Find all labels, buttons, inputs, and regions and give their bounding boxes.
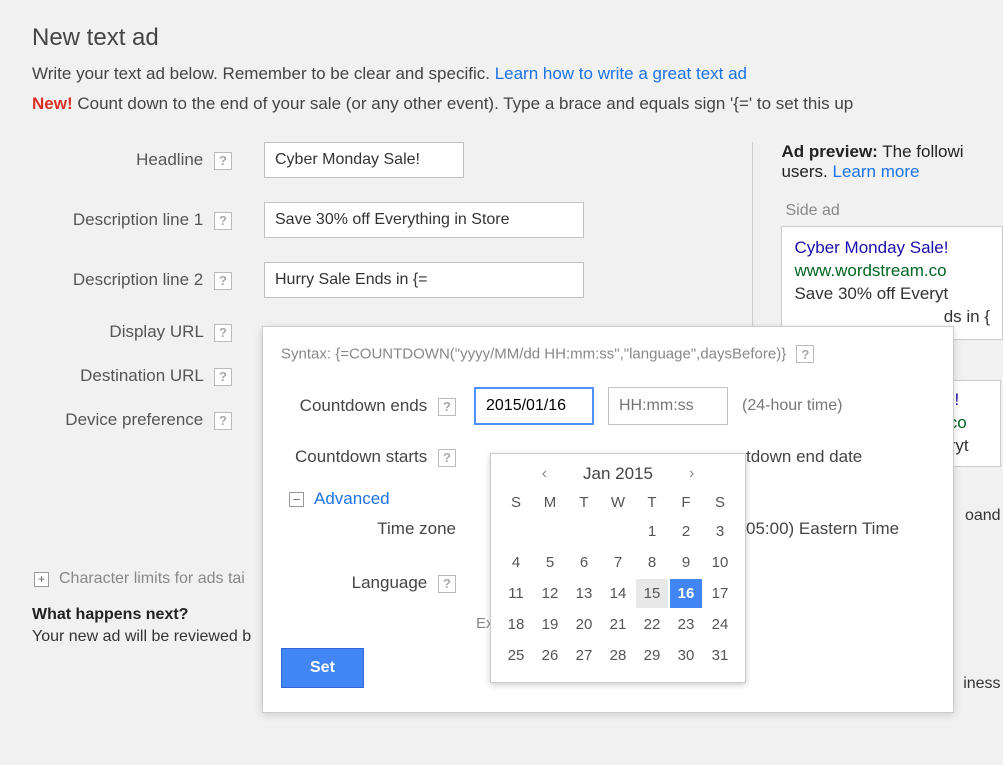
date-cell[interactable]: 21 [602, 610, 634, 639]
help-icon[interactable]: ? [214, 272, 232, 290]
language-label: Language [352, 573, 428, 592]
side-ad-label: Side ad [785, 202, 1003, 220]
date-cell[interactable]: 31 [704, 641, 736, 670]
weekday-label: S [500, 490, 532, 515]
weekday-label: T [568, 490, 600, 515]
help-icon[interactable]: ? [214, 412, 232, 430]
page-title: New text ad [32, 24, 1003, 52]
date-cell[interactable]: 28 [602, 641, 634, 670]
date-cell[interactable]: 4 [500, 548, 532, 577]
weekday-label: F [670, 490, 702, 515]
date-cell[interactable]: 30 [670, 641, 702, 670]
date-cell[interactable]: 3 [704, 517, 736, 546]
date-cell[interactable]: 11 [500, 579, 532, 608]
date-cell[interactable]: 5 [534, 548, 566, 577]
date-cell[interactable]: 24 [704, 610, 736, 639]
date-picker: ‹ Jan 2015 › SMTWTFS12345678910111213141… [490, 453, 746, 683]
syntax-label: Syntax: [281, 346, 335, 363]
help-icon[interactable]: ? [438, 575, 456, 593]
date-cell[interactable]: 18 [500, 610, 532, 639]
weekday-label: S [704, 490, 736, 515]
date-cell[interactable]: 26 [534, 641, 566, 670]
date-cell[interactable]: 9 [670, 548, 702, 577]
help-icon[interactable]: ? [214, 152, 232, 170]
weekday-label: T [636, 490, 668, 515]
date-cell[interactable]: 29 [636, 641, 668, 670]
help-icon[interactable]: ? [214, 368, 232, 386]
countdown-ends-label: Countdown ends [300, 396, 428, 415]
date-cell[interactable]: 16 [670, 579, 702, 608]
desc2-input[interactable] [264, 262, 584, 298]
subtitle-text: Write your text ad below. Remember to be… [32, 64, 495, 83]
date-cell[interactable]: 7 [602, 548, 634, 577]
desc1-input[interactable] [264, 202, 584, 238]
date-cell[interactable]: 12 [534, 579, 566, 608]
timezone-label: Time zone [377, 519, 456, 538]
date-cell[interactable]: 25 [500, 641, 532, 670]
date-cell[interactable]: 22 [636, 610, 668, 639]
countdown-date-input[interactable] [474, 387, 594, 425]
preview-title: Ad preview: The followi users. Learn mor… [781, 142, 1003, 182]
date-cell[interactable]: 19 [534, 610, 566, 639]
date-cell[interactable]: 15 [636, 579, 668, 608]
ad1-title: Cyber Monday Sale! [794, 237, 990, 260]
month-year-label: Jan 2015 [583, 464, 653, 484]
date-cell[interactable]: 1 [636, 517, 668, 546]
syntax-line: Syntax: {=COUNTDOWN("yyyy/MM/dd HH:mm:ss… [281, 345, 935, 363]
device-pref-label: Device preference [65, 410, 203, 429]
page-subtitle: Write your text ad below. Remember to be… [32, 64, 1003, 84]
feature-text: Count down to the end of your sale (or a… [73, 94, 854, 113]
countdown-time-input[interactable] [608, 387, 728, 425]
feature-line: New! Count down to the end of your sale … [32, 94, 1003, 114]
display-url-label: Display URL [109, 322, 203, 341]
time-format-hint: (24-hour time) [742, 397, 842, 415]
countdown-starts-label: Countdown starts [295, 447, 427, 466]
date-cell[interactable]: 6 [568, 548, 600, 577]
ad1-url: www.wordstream.co [794, 260, 990, 283]
syntax-text: {=COUNTDOWN("yyyy/MM/dd HH:mm:ss","langu… [335, 346, 786, 363]
headline-label: Headline [136, 150, 203, 169]
headline-input[interactable] [264, 142, 464, 178]
date-cell[interactable]: 10 [704, 548, 736, 577]
help-icon[interactable]: ? [214, 324, 232, 342]
weekday-label: M [534, 490, 566, 515]
plus-icon[interactable]: + [34, 572, 49, 587]
date-cell[interactable]: 14 [602, 579, 634, 608]
date-cell[interactable]: 27 [568, 641, 600, 670]
countdown-starts-note: tdown end date [746, 447, 862, 467]
help-icon[interactable]: ? [796, 345, 814, 363]
subtitle-help-link[interactable]: Learn how to write a great text ad [495, 64, 747, 83]
new-tag: New! [32, 94, 73, 113]
date-cell[interactable]: 13 [568, 579, 600, 608]
advanced-toggle[interactable]: Advanced [314, 489, 390, 509]
preview-title-rest: The followi [878, 142, 964, 161]
help-icon[interactable]: ? [438, 398, 456, 416]
date-cell[interactable]: 8 [636, 548, 668, 577]
prev-month-button[interactable]: ‹ [536, 465, 553, 483]
date-cell[interactable]: 2 [670, 517, 702, 546]
ad1-line1: Save 30% off Everyt [794, 283, 990, 306]
help-icon[interactable]: ? [438, 449, 456, 467]
help-icon[interactable]: ? [214, 212, 232, 230]
preview-users-prefix: users. [781, 162, 832, 181]
char-limits-label: Character limits for ads tai [59, 570, 245, 588]
date-cell[interactable]: 17 [704, 579, 736, 608]
set-button[interactable]: Set [281, 648, 364, 688]
timezone-value: 05:00) Eastern Time [746, 519, 899, 539]
ad-preview-1: Cyber Monday Sale! www.wordstream.co Sav… [781, 226, 1003, 340]
dest-url-label: Destination URL [80, 366, 203, 385]
date-cell[interactable]: 23 [670, 610, 702, 639]
collapse-icon[interactable]: − [289, 492, 304, 507]
desc1-label: Description line 1 [73, 210, 203, 229]
date-cell[interactable]: 20 [568, 610, 600, 639]
desc2-label: Description line 2 [73, 270, 203, 289]
next-month-button[interactable]: › [683, 465, 700, 483]
learn-more-link[interactable]: Learn more [833, 162, 920, 181]
preview-title-bold: Ad preview: [781, 142, 877, 161]
weekday-label: W [602, 490, 634, 515]
